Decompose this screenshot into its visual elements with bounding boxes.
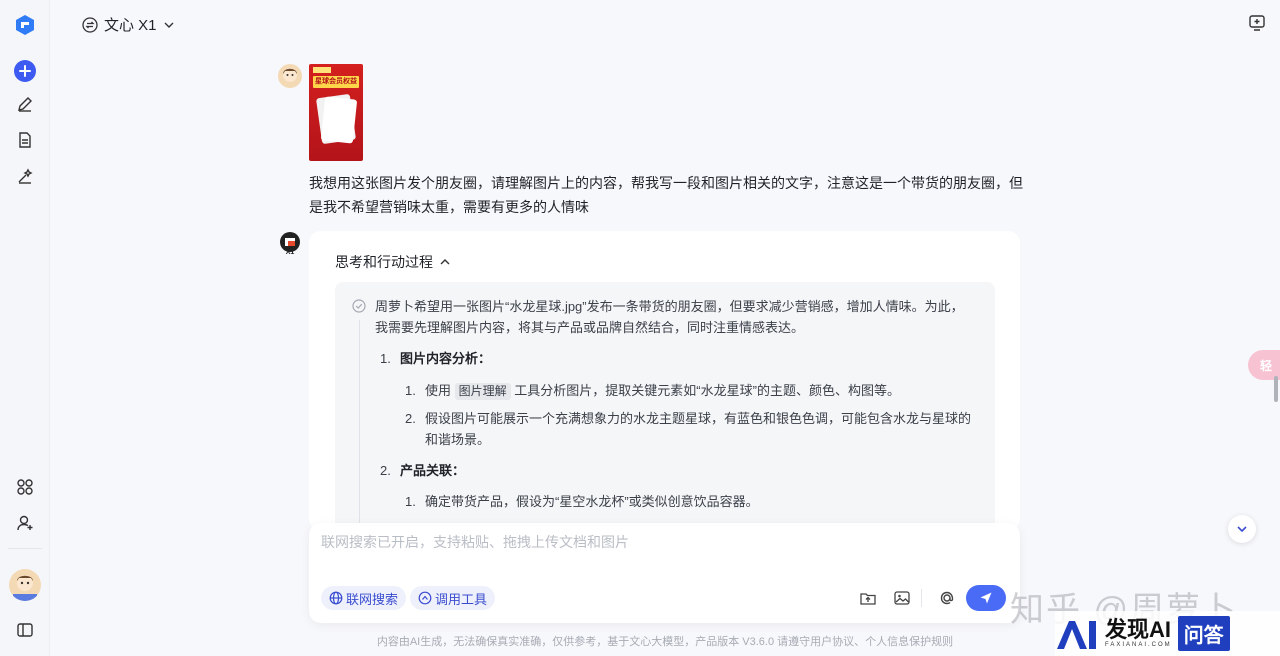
mention-icon[interactable] [938,589,956,607]
s1-item-1-pre: 使用 [425,383,452,398]
main-area: 文心 X1 星球会员权益 我想用这张图片发个朋友圈，请理解图片上的内容，帮我写一… [50,0,1280,656]
faxianai-domain: FAXIANAI.COM [1105,641,1172,648]
s1-item-1: 使用 图片理解 工具分析图片，提取关键元素如“水龙星球”的主题、颜色、构图等。 [425,380,975,401]
s1-item-1-number: 1. [405,383,416,398]
s1-item-1-post: 工具分析图片，提取关键元素如“水龙星球”的主题、颜色、构图等。 [514,383,900,398]
new-window-icon[interactable] [1248,14,1266,37]
section-2-number: 2. [380,463,391,478]
section-1-number: 1. [380,351,391,366]
globe-icon [329,591,343,605]
faxianai-watermark: 发现AI FAXIANAI.COM 问答 [1055,611,1280,656]
thumbnail-tag [313,67,331,73]
chat-input-placeholder[interactable]: 联网搜索已开启，支持粘贴、拖拽上传文档和图片 [321,532,629,552]
send-icon [980,592,992,604]
new-chat-icon[interactable] [11,57,39,85]
image-icon[interactable] [893,589,911,607]
s2-item-1-number: 1. [405,494,416,509]
s1-item-2: 假设图片可能展示一个充满想象力的水龙主题星球，有蓝色和银色色调，可能包含水龙与星… [425,411,972,447]
scroll-to-bottom-button[interactable] [1228,515,1256,543]
faxianai-tag: 问答 [1177,616,1230,651]
app-logo-icon[interactable] [11,11,39,39]
chevron-down-icon [164,22,174,28]
ai-avatar: X1 [278,232,302,256]
tools-icon [418,591,432,605]
s1-item-2-number: 2. [405,411,416,426]
document-icon[interactable] [11,126,39,154]
user-avatar[interactable] [9,569,41,601]
thinking-toggle[interactable]: 思考和行动过程 [335,252,451,272]
chat-input-box[interactable]: 联网搜索已开启，支持粘贴、拖拽上传文档和图片 联网搜索 调用工具 [309,523,1020,623]
ai-badge: X1 [285,249,295,256]
sidebar-toggle-icon[interactable] [11,616,39,644]
faxianai-logo-icon [1057,620,1096,649]
faxianai-name-text: 发现AI [1105,616,1172,642]
faxianai-name: 发现AI FAXIANAI.COM [1105,616,1172,649]
web-search-label: 联网搜索 [346,591,399,607]
tool-chip: 图片理解 [454,383,511,400]
section-2-title: 产品关联： [400,463,466,478]
section-1-title: 图片内容分析： [400,351,492,366]
user-message-avatar [278,64,302,88]
web-search-toggle[interactable]: 联网搜索 [321,586,407,610]
toolbar-divider [921,589,922,607]
model-switcher[interactable]: 文心 X1 [82,14,175,35]
sparkle-pen-icon[interactable] [11,162,39,190]
apps-grid-icon[interactable] [11,473,39,501]
chevron-up-icon [440,259,450,265]
s2-item-1: 确定带货产品，假设为“星空水龙杯”或类似创意饮品容器。 [425,494,759,509]
edit-icon[interactable] [11,90,39,118]
add-user-icon[interactable] [11,509,39,537]
chevron-down-icon [1237,526,1247,533]
thinking-panel: 周萝卜希望用一张图片“水龙星球.jpg”发布一条带货的朋友圈，但要求减少营销感，… [335,282,995,531]
tools-toggle[interactable]: 调用工具 [410,586,496,610]
ai-response-card: 思考和行动过程 周萝卜希望用一张图片“水龙星球.jpg”发布一条带货的朋友圈，但… [309,231,1020,531]
thinking-intro: 周萝卜希望用一张图片“水龙星球.jpg”发布一条带货的朋友圈，但要求减少营销感，… [375,299,964,335]
switch-icon [82,16,98,33]
thinking-header: 思考和行动过程 [335,254,433,270]
thumbnail-title: 星球会员权益 [313,76,359,88]
user-message-text: 我想用这张图片发个朋友圈，请理解图片上的内容，帮我写一段和图片相关的文字，注意这… [309,175,1023,215]
send-button[interactable] [966,585,1006,611]
uploaded-image-thumbnail[interactable]: 星球会员权益 [309,64,363,161]
check-circle-icon [352,299,366,318]
upload-folder-icon[interactable] [859,589,877,607]
sidebar [0,0,50,656]
model-name: 文心 X1 [104,17,157,34]
thumbnail-card-front [320,96,358,144]
sidebar-divider [8,548,42,549]
scrollbar-thumb[interactable] [1274,376,1278,402]
tools-label: 调用工具 [435,591,488,607]
thinking-timeline-line [359,320,360,531]
